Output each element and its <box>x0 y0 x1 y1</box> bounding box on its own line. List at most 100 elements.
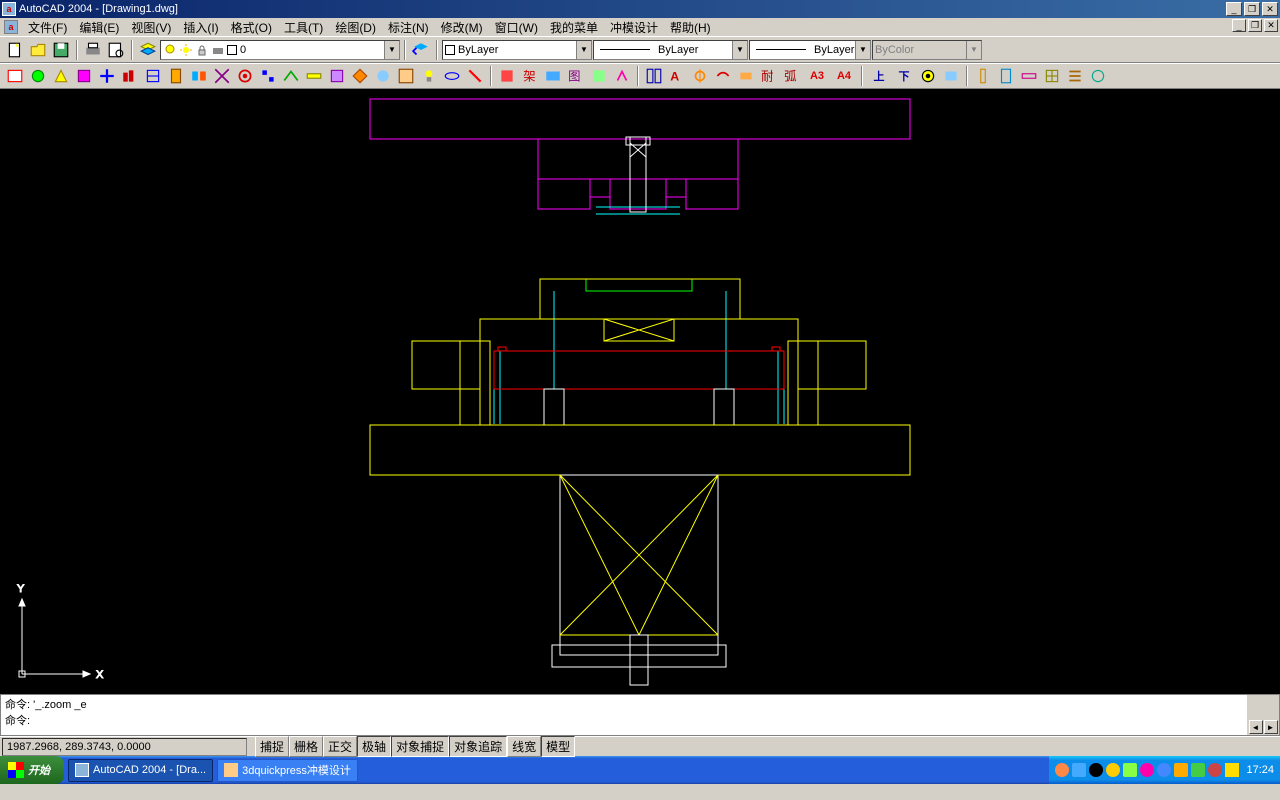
tool-36[interactable] <box>941 66 961 86</box>
tool-30[interactable] <box>690 66 710 86</box>
layer-manager-button[interactable] <box>138 40 158 60</box>
menu-format[interactable]: 格式(O) <box>225 18 278 37</box>
tool-27[interactable] <box>612 66 632 86</box>
tool-24[interactable] <box>543 66 563 86</box>
tool-19[interactable] <box>419 66 439 86</box>
lineweight-combo[interactable]: ByLayer ▼ <box>749 40 871 60</box>
tool-39[interactable] <box>1019 66 1039 86</box>
print-button[interactable] <box>83 40 103 60</box>
tool-18[interactable] <box>396 66 416 86</box>
tray-icon[interactable] <box>1123 763 1137 777</box>
tool-13[interactable] <box>281 66 301 86</box>
tool-7[interactable] <box>143 66 163 86</box>
tool-1[interactable] <box>5 66 25 86</box>
tool-41[interactable] <box>1065 66 1085 86</box>
new-button[interactable] <box>5 40 25 60</box>
scroll-right-button[interactable]: ► <box>1264 720 1278 734</box>
tool-22[interactable] <box>497 66 517 86</box>
tool-25[interactable]: 图 <box>566 66 586 86</box>
scroll-left-button[interactable]: ◄ <box>1249 720 1263 734</box>
tool-29[interactable]: A <box>667 66 687 86</box>
tray-icon[interactable] <box>1208 763 1222 777</box>
taskbar-app-autocad[interactable]: AutoCAD 2004 - [Dra... <box>68 759 213 782</box>
tray-icon[interactable] <box>1089 763 1103 777</box>
tool-a3[interactable]: A3 <box>805 66 829 86</box>
doc-minimize-button[interactable]: _ <box>1232 19 1246 32</box>
menu-edit[interactable]: 编辑(E) <box>73 18 125 37</box>
tool-15[interactable] <box>327 66 347 86</box>
tool-5[interactable] <box>97 66 117 86</box>
tool-37[interactable] <box>973 66 993 86</box>
color-combo[interactable]: ByLayer ▼ <box>442 40 592 60</box>
osnap-toggle[interactable]: 对象捕捉 <box>391 736 449 757</box>
taskbar-app-3dquickpress[interactable]: 3dquickpress冲模设计 <box>217 759 358 782</box>
save-button[interactable] <box>51 40 71 60</box>
tray-icon[interactable] <box>1157 763 1171 777</box>
menu-mymenu[interactable]: 我的菜单 <box>544 18 604 37</box>
menu-tools[interactable]: 工具(T) <box>278 18 329 37</box>
tool-3[interactable] <box>51 66 71 86</box>
tool-11[interactable] <box>235 66 255 86</box>
menu-help[interactable]: 帮助(H) <box>664 18 717 37</box>
layer-combo[interactable]: 0 ▼ <box>160 40 400 60</box>
drawing-area[interactable]: X Y <box>0 89 1280 694</box>
otrack-toggle[interactable]: 对象追踪 <box>449 736 507 757</box>
snap-toggle[interactable]: 捕捉 <box>255 736 289 757</box>
tray-icon[interactable] <box>1191 763 1205 777</box>
tool-31[interactable] <box>713 66 733 86</box>
menu-insert[interactable]: 插入(I) <box>177 18 224 37</box>
tool-32[interactable] <box>736 66 756 86</box>
open-button[interactable] <box>28 40 48 60</box>
doc-close-button[interactable]: ✕ <box>1264 19 1278 32</box>
grid-toggle[interactable]: 栅格 <box>289 736 323 757</box>
command-prompt[interactable]: 命令: <box>5 713 1243 729</box>
tool-down[interactable]: 下 <box>893 66 915 86</box>
tool-33[interactable]: 耐 <box>759 66 779 86</box>
tool-12[interactable] <box>258 66 278 86</box>
dropdown-arrow-icon[interactable]: ▼ <box>855 41 870 59</box>
tool-42[interactable] <box>1088 66 1108 86</box>
minimize-button[interactable]: _ <box>1226 2 1242 16</box>
menu-diedesign[interactable]: 冲模设计 <box>604 18 664 37</box>
layer-previous-button[interactable] <box>411 40 431 60</box>
tray-icon[interactable] <box>1140 763 1154 777</box>
tool-28[interactable] <box>644 66 664 86</box>
tray-icon[interactable] <box>1055 763 1069 777</box>
tool-up[interactable]: 上 <box>868 66 890 86</box>
tool-a4[interactable]: A4 <box>832 66 856 86</box>
tray-icon[interactable] <box>1072 763 1086 777</box>
linetype-combo[interactable]: ByLayer ▼ <box>593 40 748 60</box>
tool-2[interactable] <box>28 66 48 86</box>
print-preview-button[interactable] <box>106 40 126 60</box>
menu-dimension[interactable]: 标注(N) <box>382 18 435 37</box>
tool-14[interactable] <box>304 66 324 86</box>
doc-restore-button[interactable]: ❐ <box>1248 19 1262 32</box>
menu-window[interactable]: 窗口(W) <box>489 18 544 37</box>
clock[interactable]: 17:24 <box>1246 764 1274 776</box>
tool-16[interactable] <box>350 66 370 86</box>
tray-icon[interactable] <box>1106 763 1120 777</box>
tool-34[interactable]: 弧 <box>782 66 802 86</box>
tool-26[interactable] <box>589 66 609 86</box>
coordinates-display[interactable]: 1987.2968, 289.3743, 0.0000 <box>2 738 247 756</box>
tool-21[interactable] <box>465 66 485 86</box>
tool-9[interactable] <box>189 66 209 86</box>
tool-17[interactable] <box>373 66 393 86</box>
menu-draw[interactable]: 绘图(D) <box>329 18 382 37</box>
lwt-toggle[interactable]: 线宽 <box>507 736 541 757</box>
menu-view[interactable]: 视图(V) <box>125 18 177 37</box>
tool-38[interactable] <box>996 66 1016 86</box>
tool-40[interactable] <box>1042 66 1062 86</box>
tool-20[interactable] <box>442 66 462 86</box>
ortho-toggle[interactable]: 正交 <box>323 736 357 757</box>
tool-23[interactable]: 架 <box>520 66 540 86</box>
menu-modify[interactable]: 修改(M) <box>435 18 489 37</box>
tool-4[interactable] <box>74 66 94 86</box>
tray-icon[interactable] <box>1174 763 1188 777</box>
tool-8[interactable] <box>166 66 186 86</box>
tool-6[interactable] <box>120 66 140 86</box>
tool-10[interactable] <box>212 66 232 86</box>
polar-toggle[interactable]: 极轴 <box>357 736 391 757</box>
dropdown-arrow-icon[interactable]: ▼ <box>384 41 399 59</box>
menu-file[interactable]: 文件(F) <box>22 18 73 37</box>
